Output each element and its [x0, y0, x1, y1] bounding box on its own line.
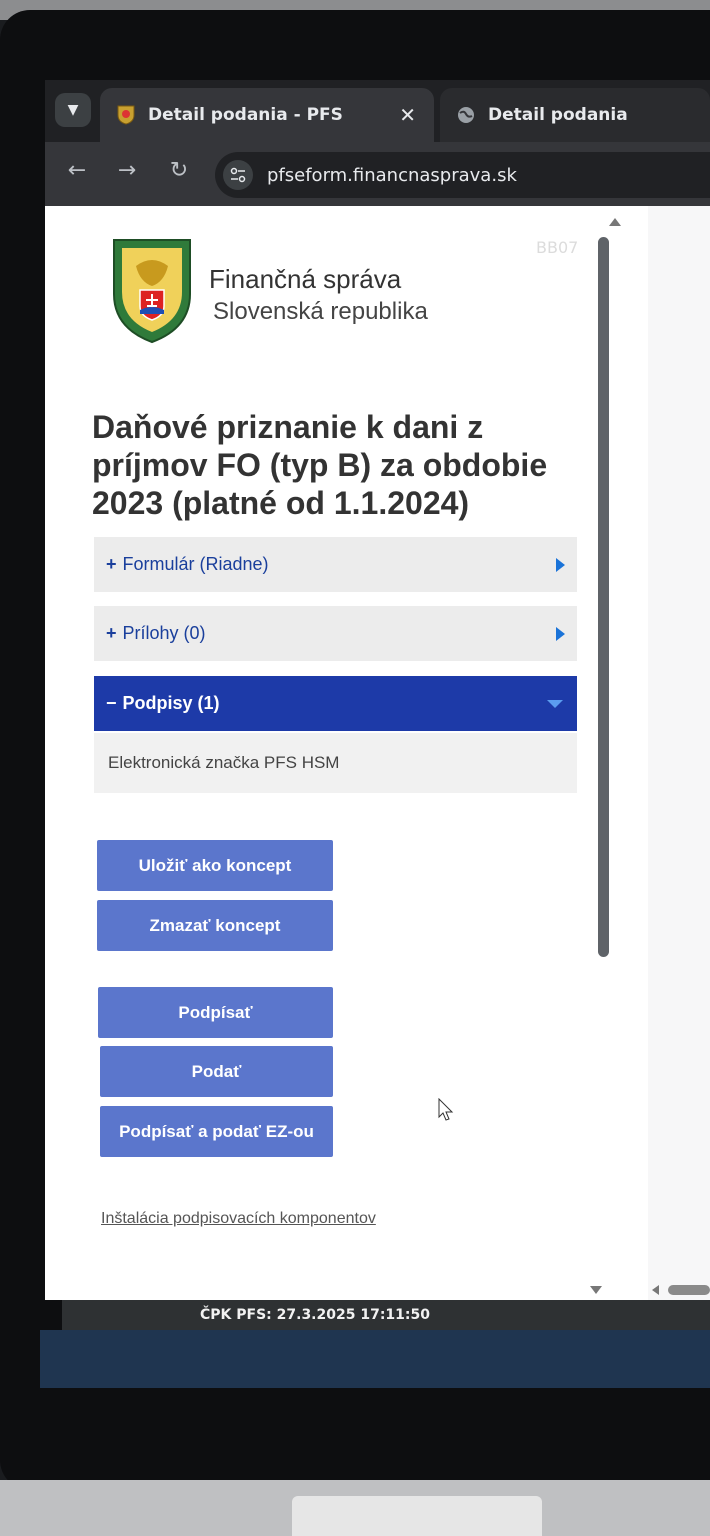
signature-item: Elektronická značka PFS HSM	[94, 733, 577, 793]
site-info-icon[interactable]	[223, 160, 253, 190]
financna-sprava-logo	[108, 236, 196, 344]
submit-button[interactable]: Podať	[100, 1046, 333, 1097]
globe-icon	[456, 105, 476, 125]
sign-and-submit-button[interactable]: Podpísať a podať EZ-ou	[100, 1106, 333, 1157]
org-country: Slovenská republika	[213, 298, 428, 325]
scroll-left-icon[interactable]	[652, 1285, 659, 1295]
minus-icon: −	[106, 693, 117, 713]
address-bar[interactable]: pfseform.financnasprava.sk	[215, 152, 710, 198]
chevron-down-icon: ▼	[67, 102, 79, 118]
chevron-right-icon	[556, 557, 565, 572]
tab-title: Detail podania - PFS	[148, 105, 343, 125]
page-title: Daňové priznanie k dani z príjmov FO (ty…	[92, 409, 548, 521]
plus-icon: +	[106, 623, 117, 643]
sign-button[interactable]: Podpísať	[98, 987, 333, 1038]
monitor-stand-notch	[292, 1496, 542, 1536]
tab-title: Detail podania	[488, 105, 628, 125]
back-arrow-icon[interactable]: ←	[62, 158, 92, 183]
close-tab-icon[interactable]: ✕	[399, 103, 416, 127]
pfs-favicon-icon	[116, 105, 136, 125]
vertical-scrollbar[interactable]	[598, 237, 609, 957]
org-name: Finančná správa	[209, 264, 402, 294]
section-formular[interactable]: + Formulár (Riadne)	[94, 537, 577, 592]
save-draft-button[interactable]: Uložiť ako koncept	[97, 840, 333, 891]
section-podpisy[interactable]: − Podpisy (1)	[94, 676, 577, 731]
section-label: Prílohy (0)	[122, 623, 206, 643]
tab-search-button[interactable]: ▼	[55, 93, 91, 127]
status-bar: ČPK PFS: 27.3.2025 17:11:50	[62, 1300, 710, 1330]
scroll-up-icon[interactable]	[609, 218, 621, 226]
forward-arrow-icon[interactable]: →	[112, 158, 142, 183]
url-text: pfseform.financnasprava.sk	[267, 164, 517, 186]
tab-detail-podania-pfs[interactable]: Detail podania - PFS ✕	[100, 88, 434, 142]
form-code: BB07	[536, 238, 579, 257]
horizontal-scrollbar[interactable]	[668, 1285, 710, 1295]
section-prilohy[interactable]: + Prílohy (0)	[94, 606, 577, 661]
tab-detail-podania[interactable]: Detail podania	[440, 88, 710, 142]
chevron-right-icon	[556, 626, 565, 641]
status-text: ČPK PFS: 27.3.2025 17:11:50	[200, 1307, 430, 1323]
section-label: Formulár (Riadne)	[122, 554, 269, 574]
mouse-cursor-icon	[438, 1097, 454, 1126]
chevron-down-icon	[547, 699, 563, 708]
scroll-down-icon[interactable]	[590, 1286, 602, 1294]
signature-item-label: Elektronická značka PFS HSM	[108, 753, 340, 772]
reload-icon[interactable]: ↻	[164, 158, 194, 183]
section-label: Podpisy (1)	[122, 693, 220, 713]
delete-draft-button[interactable]: Zmazať koncept	[97, 900, 333, 951]
page-right-pane	[648, 206, 710, 1300]
install-components-link[interactable]: Inštalácia podpisovacích komponentov	[101, 1210, 376, 1228]
plus-icon: +	[106, 554, 117, 574]
taskbar	[40, 1330, 710, 1388]
